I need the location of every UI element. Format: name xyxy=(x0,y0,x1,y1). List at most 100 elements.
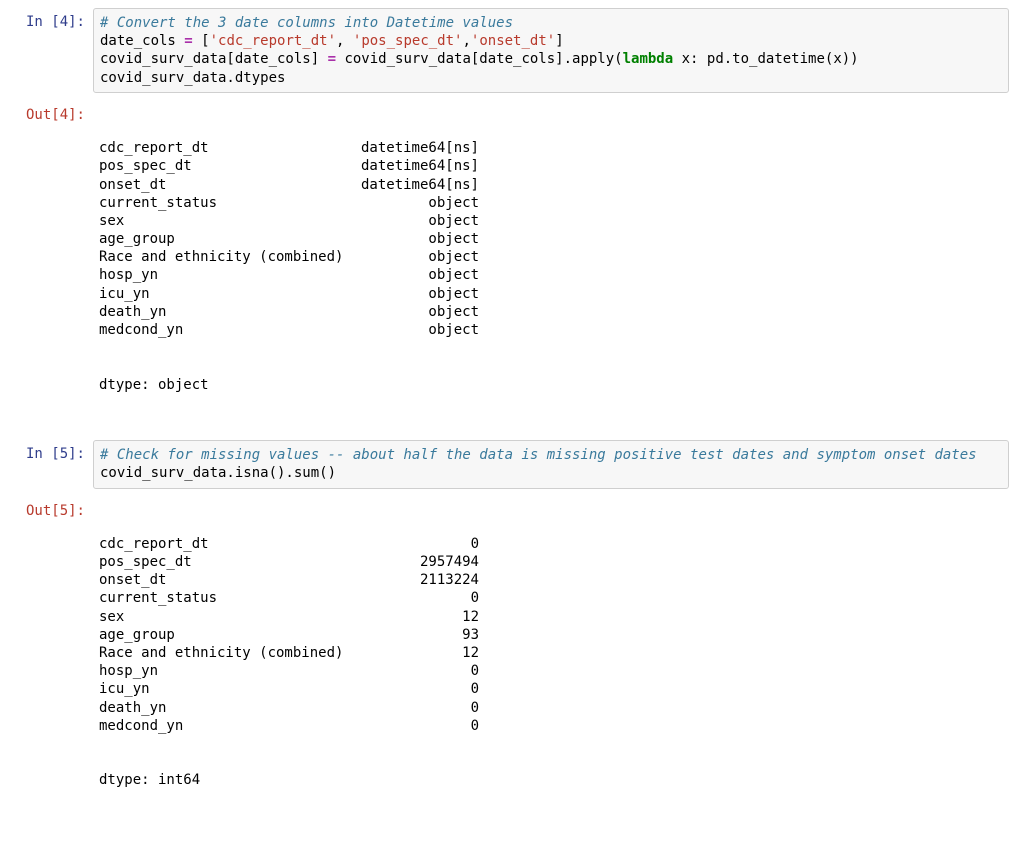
operator-token: = xyxy=(328,51,336,67)
output-row: age_groupobject xyxy=(99,230,1003,248)
output-key: pos_spec_dt xyxy=(99,157,359,175)
code-token: covid_surv_data[date_cols] xyxy=(100,51,328,67)
out-prompt-4: Out[4]: xyxy=(0,101,93,124)
output-value: 0 xyxy=(359,535,479,553)
output-key: sex xyxy=(99,212,359,230)
output-value: datetime64[ns] xyxy=(359,176,479,194)
output-key: current_status xyxy=(99,589,359,607)
code-line[interactable]: covid_surv_data.isna().sum() xyxy=(100,464,1002,482)
output-value: object xyxy=(359,212,479,230)
output-key: icu_yn xyxy=(99,285,359,303)
comment-token: # Convert the 3 date columns into Dateti… xyxy=(100,15,513,31)
output-row: hosp_yn0 xyxy=(99,662,1003,680)
string-token: 'cdc_report_dt' xyxy=(210,33,336,49)
cell-4-input: In [4]: # Convert the 3 date columns int… xyxy=(0,8,1017,93)
output-row: pos_spec_dtdatetime64[ns] xyxy=(99,157,1003,175)
code-line[interactable]: date_cols = ['cdc_report_dt', 'pos_spec_… xyxy=(100,32,1002,50)
output-row: current_status0 xyxy=(99,589,1003,607)
output-row: Race and ethnicity (combined)12 xyxy=(99,644,1003,662)
output-key: medcond_yn xyxy=(99,321,359,339)
output-key: hosp_yn xyxy=(99,266,359,284)
output-value: object xyxy=(359,321,479,339)
output-row: age_group93 xyxy=(99,626,1003,644)
output-dtype-footer: dtype: int64 xyxy=(99,771,1003,789)
output-key: onset_dt xyxy=(99,176,359,194)
code-line[interactable]: covid_surv_data[date_cols] = covid_surv_… xyxy=(100,50,1002,68)
output-area-5[interactable]: cdc_report_dt0pos_spec_dt2957494onset_dt… xyxy=(93,497,1009,828)
output-row: death_yn0 xyxy=(99,699,1003,717)
cell-5-output: Out[5]: cdc_report_dt0pos_spec_dt2957494… xyxy=(0,497,1017,828)
code-token: covid_surv_data.dtypes xyxy=(100,70,285,86)
output-value: object xyxy=(359,266,479,284)
output-key: death_yn xyxy=(99,699,359,717)
output-value: object xyxy=(359,285,479,303)
output-value: 0 xyxy=(359,589,479,607)
output-row: hosp_ynobject xyxy=(99,266,1003,284)
output-value: datetime64[ns] xyxy=(359,139,479,157)
output-key: pos_spec_dt xyxy=(99,553,359,571)
code-token: x: pd.to_datetime(x)) xyxy=(673,51,858,67)
output-key: medcond_yn xyxy=(99,717,359,735)
output-value: 12 xyxy=(359,644,479,662)
output-row: Race and ethnicity (combined)object xyxy=(99,248,1003,266)
output-row: icu_yn0 xyxy=(99,680,1003,698)
code-token: ] xyxy=(555,33,563,49)
output-value: 0 xyxy=(359,662,479,680)
output-value: object xyxy=(359,303,479,321)
output-row: cdc_report_dtdatetime64[ns] xyxy=(99,139,1003,157)
output-key: sex xyxy=(99,608,359,626)
output-value: 12 xyxy=(359,608,479,626)
output-value: object xyxy=(359,248,479,266)
code-cell-5[interactable]: # Check for missing values -- about half… xyxy=(93,440,1009,488)
output-row: pos_spec_dt2957494 xyxy=(99,553,1003,571)
output-value: 2113224 xyxy=(359,571,479,589)
output-key: Race and ethnicity (combined) xyxy=(99,644,359,662)
output-area-4[interactable]: cdc_report_dtdatetime64[ns]pos_spec_dtda… xyxy=(93,101,1009,432)
code-line[interactable]: covid_surv_data.dtypes xyxy=(100,69,1002,87)
output-row: death_ynobject xyxy=(99,303,1003,321)
output-row: icu_ynobject xyxy=(99,285,1003,303)
output-row: medcond_yn0 xyxy=(99,717,1003,735)
code-token: [ xyxy=(193,33,210,49)
cell-4-output: Out[4]: cdc_report_dtdatetime64[ns]pos_s… xyxy=(0,101,1017,432)
output-value: 0 xyxy=(359,699,479,717)
code-line[interactable]: # Convert the 3 date columns into Dateti… xyxy=(100,14,1002,32)
output-key: death_yn xyxy=(99,303,359,321)
comment-token: # Check for missing values -- about half… xyxy=(100,447,977,463)
output-key: age_group xyxy=(99,626,359,644)
output-dtype-footer: dtype: object xyxy=(99,376,1003,394)
code-token: , xyxy=(462,33,470,49)
output-row: cdc_report_dt0 xyxy=(99,535,1003,553)
output-value: datetime64[ns] xyxy=(359,157,479,175)
string-token: 'pos_spec_dt' xyxy=(353,33,463,49)
output-row: sex12 xyxy=(99,608,1003,626)
output-key: icu_yn xyxy=(99,680,359,698)
code-token: , xyxy=(336,33,353,49)
output-value: object xyxy=(359,194,479,212)
output-row: onset_dt2113224 xyxy=(99,571,1003,589)
output-row: medcond_ynobject xyxy=(99,321,1003,339)
in-prompt-5: In [5]: xyxy=(0,440,93,463)
output-key: onset_dt xyxy=(99,571,359,589)
code-token: covid_surv_data[date_cols].apply( xyxy=(336,51,623,67)
code-token: date_cols xyxy=(100,33,184,49)
output-row: sexobject xyxy=(99,212,1003,230)
output-key: cdc_report_dt xyxy=(99,535,359,553)
in-prompt-4: In [4]: xyxy=(0,8,93,31)
cell-5-input: In [5]: # Check for missing values -- ab… xyxy=(0,440,1017,488)
output-key: age_group xyxy=(99,230,359,248)
output-key: Race and ethnicity (combined) xyxy=(99,248,359,266)
keyword-token: lambda xyxy=(623,51,674,67)
code-cell-4[interactable]: # Convert the 3 date columns into Dateti… xyxy=(93,8,1009,93)
out-prompt-5: Out[5]: xyxy=(0,497,93,520)
code-token: covid_surv_data.isna().sum() xyxy=(100,465,336,481)
code-line[interactable]: # Check for missing values -- about half… xyxy=(100,446,1002,464)
output-key: current_status xyxy=(99,194,359,212)
output-value: 0 xyxy=(359,717,479,735)
string-token: 'onset_dt' xyxy=(471,33,555,49)
output-value: 2957494 xyxy=(359,553,479,571)
output-key: hosp_yn xyxy=(99,662,359,680)
output-value: 93 xyxy=(359,626,479,644)
output-row: onset_dtdatetime64[ns] xyxy=(99,176,1003,194)
output-value: 0 xyxy=(359,680,479,698)
